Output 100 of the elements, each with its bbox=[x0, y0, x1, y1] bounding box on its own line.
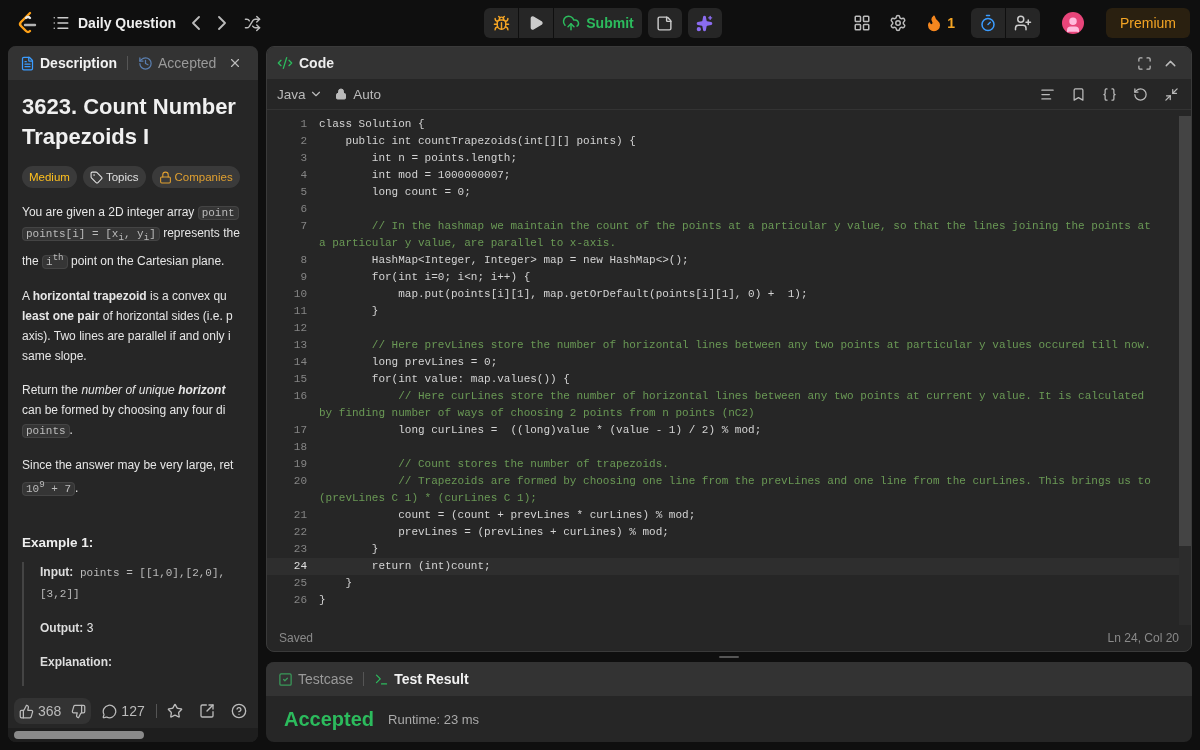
external-link-icon bbox=[199, 703, 215, 719]
line-number: 8 bbox=[299, 253, 307, 268]
panel-tab[interactable]: Testcase bbox=[274, 666, 358, 692]
panel-tab[interactable]: Test Result bbox=[370, 666, 473, 692]
cursor-position: Ln 24, Col 20 bbox=[1107, 631, 1179, 645]
ai-button[interactable] bbox=[687, 8, 722, 38]
terminal-icon bbox=[374, 671, 390, 687]
horizontal-scrollbar[interactable] bbox=[8, 728, 258, 742]
auto-mode-button[interactable]: Auto bbox=[334, 86, 382, 102]
minimize-icon bbox=[1164, 86, 1179, 102]
line-number: 10 bbox=[292, 287, 307, 302]
braces-icon bbox=[1102, 86, 1117, 102]
panel-tab[interactable]: Description bbox=[16, 50, 121, 76]
add-user-button[interactable] bbox=[1006, 8, 1040, 38]
align-left-icon bbox=[1040, 86, 1055, 102]
line-number: 25 bbox=[292, 576, 307, 591]
shuffle-icon bbox=[244, 14, 262, 32]
problem-list-button[interactable]: Daily Question bbox=[52, 14, 177, 32]
comments-button[interactable]: 127 bbox=[97, 698, 150, 724]
chevron-left-icon bbox=[192, 16, 201, 30]
line-number: 16 bbox=[292, 389, 307, 404]
code-comment: by finding number of ways of choosing 2 points from n points (nC2) bbox=[319, 406, 756, 421]
logo-icon[interactable] bbox=[16, 11, 38, 35]
premium-button[interactable]: Premium bbox=[1106, 8, 1190, 38]
line-number: 19 bbox=[292, 457, 307, 472]
note-icon bbox=[656, 14, 674, 32]
paragraph-line: can be formed by choosing any four di bbox=[22, 401, 226, 419]
line-number: 7 bbox=[299, 219, 307, 234]
chevron-right-icon bbox=[218, 16, 227, 30]
line-number: 9 bbox=[299, 270, 307, 285]
save-status: Saved bbox=[279, 631, 314, 645]
previous-button[interactable] bbox=[190, 14, 203, 32]
example-line: [3,2]] bbox=[40, 586, 80, 602]
runtime-text: Runtime: 23 ms bbox=[388, 711, 480, 727]
paragraph-line: least one pair of horizontal sides (i.e. p bbox=[22, 307, 233, 325]
fullscreen-icon bbox=[1137, 55, 1152, 71]
tag-chip[interactable]: Topics bbox=[82, 166, 146, 188]
code-line: } bbox=[370, 304, 379, 319]
line-number: 11 bbox=[292, 304, 307, 319]
tag-chip[interactable]: Companies bbox=[151, 166, 240, 188]
line-number: 23 bbox=[292, 542, 307, 557]
line-number: 12 bbox=[292, 321, 307, 336]
streak-button[interactable]: 1 bbox=[923, 12, 957, 34]
thumbs-down-icon bbox=[71, 703, 87, 719]
next-button[interactable] bbox=[216, 14, 229, 32]
code-comment: (prevLines C 1) * (curLines C 1); bbox=[319, 491, 538, 506]
example-line: Output: 3 bbox=[40, 619, 94, 637]
line-number: 6 bbox=[299, 202, 307, 217]
problem-title: Trapezoids I bbox=[22, 123, 151, 151]
line-number: 4 bbox=[299, 168, 307, 183]
submit-button[interactable]: Submit bbox=[554, 8, 642, 38]
example-line: Explanation: bbox=[40, 653, 112, 671]
user-silhouette-icon bbox=[1064, 16, 1082, 34]
code-comment: // In the hashmap we maintain the count of the points at a particular y value, so that the lines joining the points at bbox=[370, 219, 1151, 234]
run-button[interactable] bbox=[519, 8, 554, 38]
line-number: 14 bbox=[292, 355, 307, 370]
language-dropdown[interactable]: Java bbox=[277, 86, 323, 102]
sparkles-icon bbox=[696, 14, 714, 32]
code-comment: // Count stores the number of trapezoids. bbox=[397, 457, 669, 472]
code-comment: // Here prevLines store the number of horizontal lines between any two points at particular y values occured till now. bbox=[370, 338, 1151, 353]
example-heading: Example 1: bbox=[22, 534, 95, 550]
paragraph-line: Return the number of unique horizont bbox=[22, 381, 226, 399]
code-line: long count = 0; bbox=[370, 185, 471, 200]
reset-icon bbox=[1133, 86, 1148, 102]
line-number: 24 bbox=[292, 559, 307, 574]
tag-chip[interactable]: Medium bbox=[22, 166, 77, 188]
list-icon bbox=[52, 14, 70, 32]
line-number: 1 bbox=[299, 117, 307, 132]
vertical-scrollbar[interactable] bbox=[1179, 116, 1191, 625]
code-line: int n = points.length; bbox=[370, 151, 518, 166]
debug-button[interactable] bbox=[484, 8, 519, 38]
cloud-upload-icon bbox=[562, 14, 581, 32]
document-icon bbox=[20, 55, 35, 71]
paragraph-line: axis). Two lines are parallel if and only i bbox=[22, 327, 231, 345]
resize-handle[interactable] bbox=[719, 656, 739, 658]
paragraph-line: same slope. bbox=[22, 347, 87, 365]
history-icon bbox=[138, 55, 153, 71]
star-icon bbox=[167, 703, 183, 719]
line-number: 3 bbox=[299, 151, 307, 166]
play-icon bbox=[528, 15, 545, 31]
code-line: } bbox=[319, 593, 326, 608]
line-number: 5 bbox=[299, 185, 307, 200]
paragraph-line: the i$^{th}$ point on the Cartesian plane. bbox=[22, 251, 225, 271]
stopwatch-icon bbox=[979, 14, 997, 32]
note-button[interactable] bbox=[647, 8, 682, 38]
paragraph-line: A horizontal trapezoid is a convex qu bbox=[22, 287, 227, 305]
verdict-text: Accepted bbox=[284, 707, 375, 731]
help-icon bbox=[231, 703, 247, 719]
settings-icon bbox=[889, 14, 908, 32]
thumbs-up-icon bbox=[19, 703, 34, 719]
bug-icon bbox=[492, 14, 510, 32]
bookmark-icon bbox=[1071, 86, 1086, 102]
code-line: for(int value: map.values()) { bbox=[370, 372, 570, 387]
avatar[interactable] bbox=[1062, 12, 1084, 34]
checkbox-icon bbox=[278, 671, 293, 687]
timer-button[interactable] bbox=[971, 8, 1005, 38]
code-line: HashMap<Integer, Integer> map = new HashMap<>(); bbox=[370, 253, 689, 268]
paragraph-line: You are given a 2D integer array point bbox=[22, 202, 239, 223]
panel-tab[interactable]: Accepted bbox=[134, 50, 221, 76]
panel-title: Code bbox=[299, 55, 334, 71]
